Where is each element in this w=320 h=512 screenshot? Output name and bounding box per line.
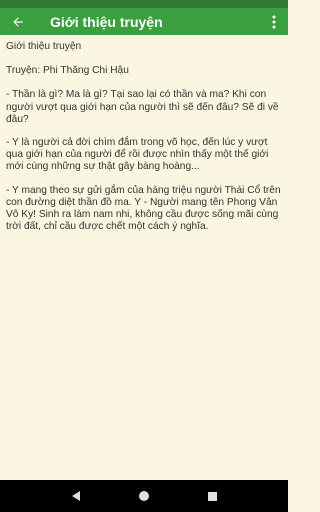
intro-paragraph: - Y mang theo sự gửi gắm của hàng triệu … bbox=[6, 184, 281, 233]
nav-back-triangle-icon bbox=[72, 491, 80, 501]
app-bar: Giới thiệu truyện bbox=[0, 8, 288, 35]
nav-home-button[interactable] bbox=[132, 484, 156, 508]
story-intro-content: Giới thiệu truyện Truyện: Phi Thăng Chi … bbox=[0, 35, 288, 480]
story-title-line: Truyện: Phi Thăng Chi Hậu bbox=[6, 65, 129, 77]
intro-paragraph: - Y là người cả đời chìm đắm trong võ họ… bbox=[6, 137, 269, 173]
content-heading: Giới thiệu truyện bbox=[6, 41, 82, 52]
nav-recents-button[interactable] bbox=[200, 484, 224, 508]
nav-recents-square-icon bbox=[207, 491, 217, 501]
nav-home-circle-icon bbox=[139, 491, 149, 501]
more-vert-icon bbox=[272, 15, 276, 28]
intro-paragraph: - Thần là gì? Ma là gì? Tại sao lại có t… bbox=[6, 89, 279, 125]
page-title: Giới thiệu truyện bbox=[50, 13, 163, 30]
system-nav-bar bbox=[0, 480, 288, 512]
back-button[interactable] bbox=[0, 8, 36, 35]
nav-back-button[interactable] bbox=[64, 484, 88, 508]
overflow-menu-button[interactable] bbox=[264, 8, 284, 35]
status-bar bbox=[0, 0, 288, 8]
arrow-left-icon bbox=[13, 16, 23, 27]
